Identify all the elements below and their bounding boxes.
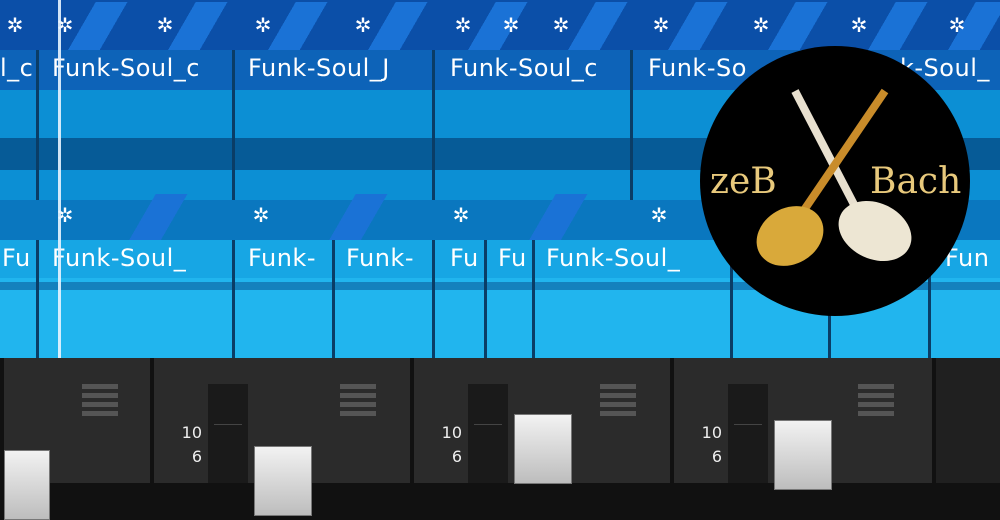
clip-decoration	[80, 194, 190, 242]
clip-name[interactable]: l_c	[0, 54, 40, 82]
gear-icon[interactable]: ✲	[4, 14, 26, 36]
clip-name[interactable]: Fu	[498, 244, 536, 272]
clip-name[interactable]: Funk-Soul_	[52, 244, 234, 272]
clip-divider	[232, 50, 235, 200]
fader-scale-6: 6	[711, 447, 722, 466]
channel-grip-icon[interactable]	[858, 384, 894, 418]
clip-name[interactable]: Funk-Soul_	[546, 244, 726, 272]
clip-decoration	[280, 194, 390, 242]
mixer-channel	[0, 358, 150, 520]
clip-decoration	[480, 194, 590, 242]
fader-scale-10: 10	[441, 423, 462, 442]
fader-track	[468, 384, 508, 483]
volume-fader[interactable]	[774, 420, 832, 490]
clip-name[interactable]: Fu	[2, 244, 40, 272]
playhead[interactable]	[58, 0, 61, 358]
clip-divider	[36, 50, 39, 200]
gear-icon[interactable]: ✲	[650, 14, 672, 36]
channel-grip-icon[interactable]	[600, 384, 636, 418]
volume-fader[interactable]	[254, 446, 312, 516]
gear-icon[interactable]: ✲	[550, 14, 572, 36]
gear-icon[interactable]: ✲	[250, 204, 272, 226]
clip-decoration	[320, 2, 430, 50]
gear-icon[interactable]: ✲	[500, 14, 522, 36]
fader-track	[728, 384, 768, 483]
mixer-channel: 10 6	[150, 358, 410, 516]
clip-name[interactable]: Funk-	[248, 244, 330, 272]
fader-scale-6: 6	[451, 447, 462, 466]
clip-divider	[532, 240, 535, 358]
gear-icon[interactable]: ✲	[252, 14, 274, 36]
gear-icon[interactable]: ✲	[452, 14, 474, 36]
clip-name[interactable]: Funk-Soul_J	[248, 54, 434, 82]
mixer-channel: 10 6	[410, 358, 670, 484]
clip-divider	[484, 240, 487, 358]
fader-scale-10: 10	[181, 423, 202, 442]
clip-divider	[232, 240, 235, 358]
clip-name[interactable]: Fun	[945, 244, 1000, 272]
track-1-clip-header: ✲ ✲ ✲ ✲ ✲ ✲ ✲ ✲ ✲ ✲ ✲ ✲	[0, 0, 1000, 50]
mixer-channel: 10 6	[670, 358, 932, 490]
clip-decoration	[520, 2, 630, 50]
channel-grip-icon[interactable]	[82, 384, 118, 418]
gear-icon[interactable]: ✲	[848, 14, 870, 36]
gear-icon[interactable]: ✲	[648, 204, 670, 226]
gear-icon[interactable]: ✲	[154, 14, 176, 36]
clip-name[interactable]: Funk-Soul_c	[52, 54, 234, 82]
clip-decoration	[220, 2, 330, 50]
channel-grip-icon[interactable]	[340, 384, 376, 418]
clip-divider	[630, 50, 633, 200]
gear-icon[interactable]: ✲	[750, 14, 772, 36]
gear-icon[interactable]: ✲	[946, 14, 968, 36]
clip-divider	[36, 240, 39, 358]
logo-text-left: zeB	[710, 161, 777, 202]
clip-name[interactable]: Funk-Soul_c	[450, 54, 634, 82]
gear-icon[interactable]: ✲	[352, 14, 374, 36]
logo-text-right: Bach	[870, 161, 962, 202]
clip-divider	[332, 240, 335, 358]
fader-scale-10: 10	[701, 423, 722, 442]
clip-name[interactable]: Funk-	[346, 244, 432, 272]
fader-scale-6: 6	[191, 447, 202, 466]
clip-decoration	[720, 2, 830, 50]
clip-divider	[432, 50, 435, 200]
mixer-panel: 10 6 10 6 10 6	[0, 358, 1000, 520]
fader-track	[208, 384, 248, 483]
gear-icon[interactable]: ✲	[450, 204, 472, 226]
clip-divider	[432, 240, 435, 358]
volume-fader[interactable]	[514, 414, 572, 484]
clip-decoration	[620, 2, 730, 50]
clip-name[interactable]: Fu	[450, 244, 488, 272]
volume-fader[interactable]	[4, 450, 50, 520]
mixer-channel	[932, 358, 1000, 483]
zeb-bach-logo: zeB Bach	[700, 46, 970, 316]
arrange-view: ✲ ✲ ✲ ✲ ✲ ✲ ✲ ✲ ✲ ✲ ✲ ✲ l_c Funk-Soul_c …	[0, 0, 1000, 358]
